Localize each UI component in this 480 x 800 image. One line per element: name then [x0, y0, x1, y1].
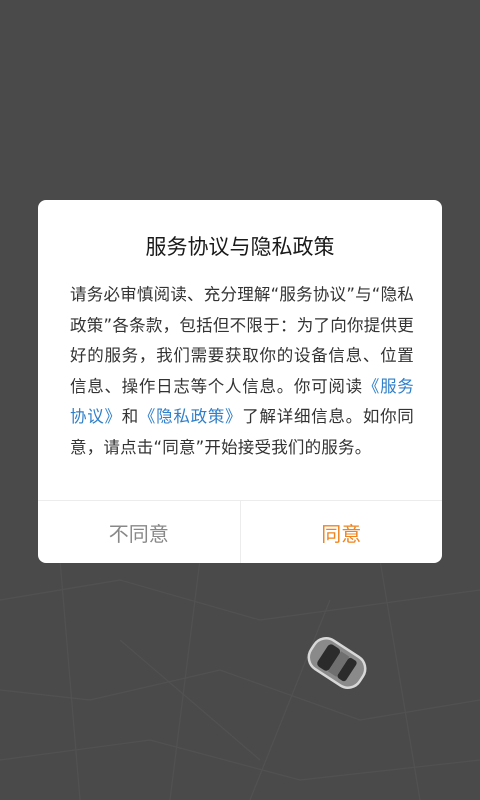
agree-button[interactable]: 同意 [241, 501, 443, 563]
screen: 服务协议与隐私政策 请务必审慎阅读、充分理解“服务协议”与“隐私政策”各条款，包… [0, 0, 480, 800]
privacy-policy-link[interactable]: 《隐私政策》 [139, 407, 242, 426]
dialog-body: 请务必审慎阅读、充分理解“服务协议”与“隐私政策”各条款，包括但不限于：为了向你… [70, 280, 414, 463]
body-text-2: 和 [121, 407, 139, 426]
dialog-title: 服务协议与隐私政策 [145, 235, 335, 259]
privacy-dialog: 服务协议与隐私政策 请务必审慎阅读、充分理解“服务协议”与“隐私政策”各条款，包… [38, 200, 442, 563]
car-icon [307, 637, 367, 689]
disagree-button[interactable]: 不同意 [38, 501, 241, 563]
dialog-button-row: 不同意 同意 [38, 500, 442, 563]
